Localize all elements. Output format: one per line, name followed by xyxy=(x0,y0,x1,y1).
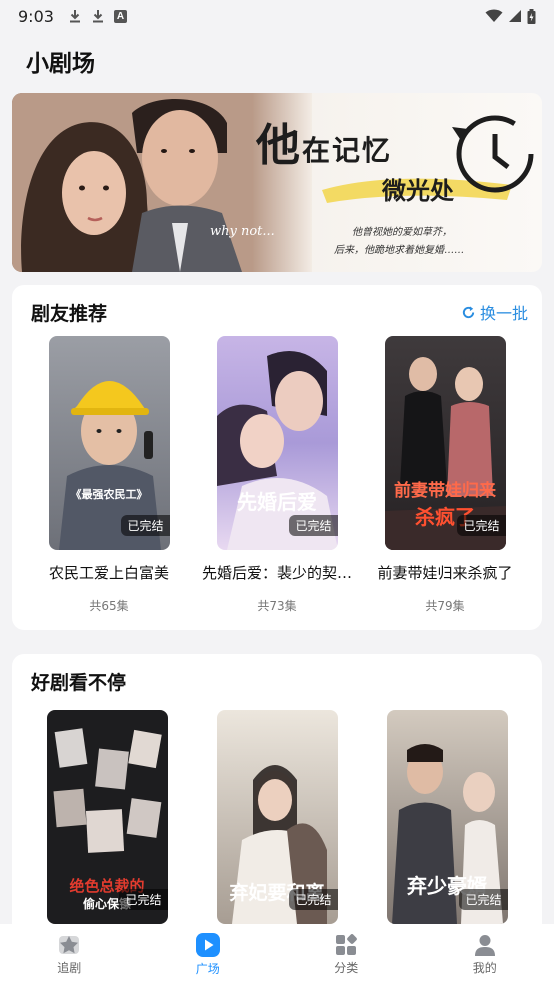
episode-count: 共79集 xyxy=(425,599,465,613)
status-badge: 已完结 xyxy=(289,515,338,536)
signal-icon xyxy=(509,10,521,22)
poster-caption: 先婚后爱 xyxy=(237,490,317,514)
drama-card[interactable]: 弃妃要和离 已完结 xyxy=(202,710,352,924)
drama-poster: 弃妃要和离 已完结 xyxy=(216,710,338,924)
binge-section: 好剧看不停 绝色总裁的 偷心保镖 已完结 弃妃要和离 已完结 弃少豪婿 已完结 xyxy=(12,654,542,944)
refresh-button[interactable]: 换一批 xyxy=(461,300,528,324)
play-icon xyxy=(195,932,220,957)
banner-subtitle: 微光处 xyxy=(382,176,454,205)
tab-mine[interactable]: 我的 xyxy=(416,924,554,984)
poster-caption: 前妻带娃归来 xyxy=(394,481,496,501)
episode-count: 共73集 xyxy=(257,599,297,613)
status-badge: 已完结 xyxy=(459,889,508,910)
tab-label: 追剧 xyxy=(57,960,82,975)
drama-card[interactable]: 先婚后爱 已完结 先婚后爱：裴少的契… 共73集 xyxy=(202,336,352,614)
status-badge: 已完结 xyxy=(119,889,168,910)
wifi-icon xyxy=(485,9,503,22)
banner-tagline-1: 他曾视她的爱如草芥， xyxy=(352,227,452,238)
promo-banner[interactable]: 他在记忆 微光处 why not... 他曾视她的爱如草芥， 后来，他跪地求着她… xyxy=(12,93,542,272)
section-title: 好剧看不停 xyxy=(31,672,127,694)
tab-label: 分类 xyxy=(334,960,359,975)
drama-card[interactable]: 《最强农民工》 已完结 农民工爱上白富美 共65集 xyxy=(34,336,184,614)
tab-label: 我的 xyxy=(472,960,497,975)
drama-title: 农民工爱上白富美 xyxy=(48,564,169,582)
page-title: 小剧场 xyxy=(26,51,95,77)
star-icon xyxy=(59,935,80,954)
drama-poster: 前妻带娃归来 杀疯了 已完结 xyxy=(384,336,506,550)
section-title: 剧友推荐 xyxy=(31,303,108,325)
drama-poster: 弃少豪婿 已完结 xyxy=(386,710,508,924)
user-icon xyxy=(474,934,495,956)
download-icon xyxy=(69,10,80,23)
drama-poster: 绝色总裁的 偷心保镖 已完结 xyxy=(46,710,168,924)
tab-follow[interactable]: 追剧 xyxy=(0,924,139,984)
drama-poster: 先婚后爱 已完结 xyxy=(216,336,338,550)
banner-script-text: why not... xyxy=(210,224,275,239)
clock-icon xyxy=(452,115,534,193)
status-time: 9:03 xyxy=(18,6,54,26)
drama-card[interactable]: 弃少豪婿 已完结 xyxy=(372,710,522,924)
status-badge: 已完结 xyxy=(121,515,170,536)
drama-title: 先婚后爱：裴少的契… xyxy=(202,564,352,582)
download-icon xyxy=(92,10,103,23)
drama-card[interactable]: 绝色总裁的 偷心保镖 已完结 xyxy=(32,710,182,924)
refresh-icon xyxy=(462,305,475,318)
recommend-section: 剧友推荐 换一批 《最强农民工》 已完结 农民工爱上白富美 共65集 先婚后爱 … xyxy=(12,285,542,630)
bottom-tab-bar: 追剧 广场 分类 我的 xyxy=(0,924,554,984)
banner-title: 他在记忆 xyxy=(256,120,393,171)
drama-poster: 《最强农民工》 已完结 xyxy=(48,336,170,550)
tab-label: 广场 xyxy=(195,961,220,976)
episode-count: 共65集 xyxy=(89,599,129,613)
poster-caption: 《最强农民工》 xyxy=(70,488,148,501)
drama-title: 前妻带娃归来杀疯了 xyxy=(377,564,513,582)
grid-icon xyxy=(336,933,358,955)
status-badge: 已完结 xyxy=(457,515,506,536)
app-notification-icon: A xyxy=(113,9,127,23)
banner-tagline-2: 后来，他跪地求着她复婚…… xyxy=(334,245,464,256)
tab-category[interactable]: 分类 xyxy=(277,924,416,984)
drama-card[interactable]: 前妻带娃归来 杀疯了 已完结 前妻带娃归来杀疯了 共79集 xyxy=(370,336,520,614)
refresh-label: 换一批 xyxy=(479,304,528,323)
status-bar: 9:03 A xyxy=(0,0,554,32)
battery-icon xyxy=(527,8,536,24)
status-badge: 已完结 xyxy=(289,889,338,910)
tab-square[interactable]: 广场 xyxy=(139,924,278,984)
